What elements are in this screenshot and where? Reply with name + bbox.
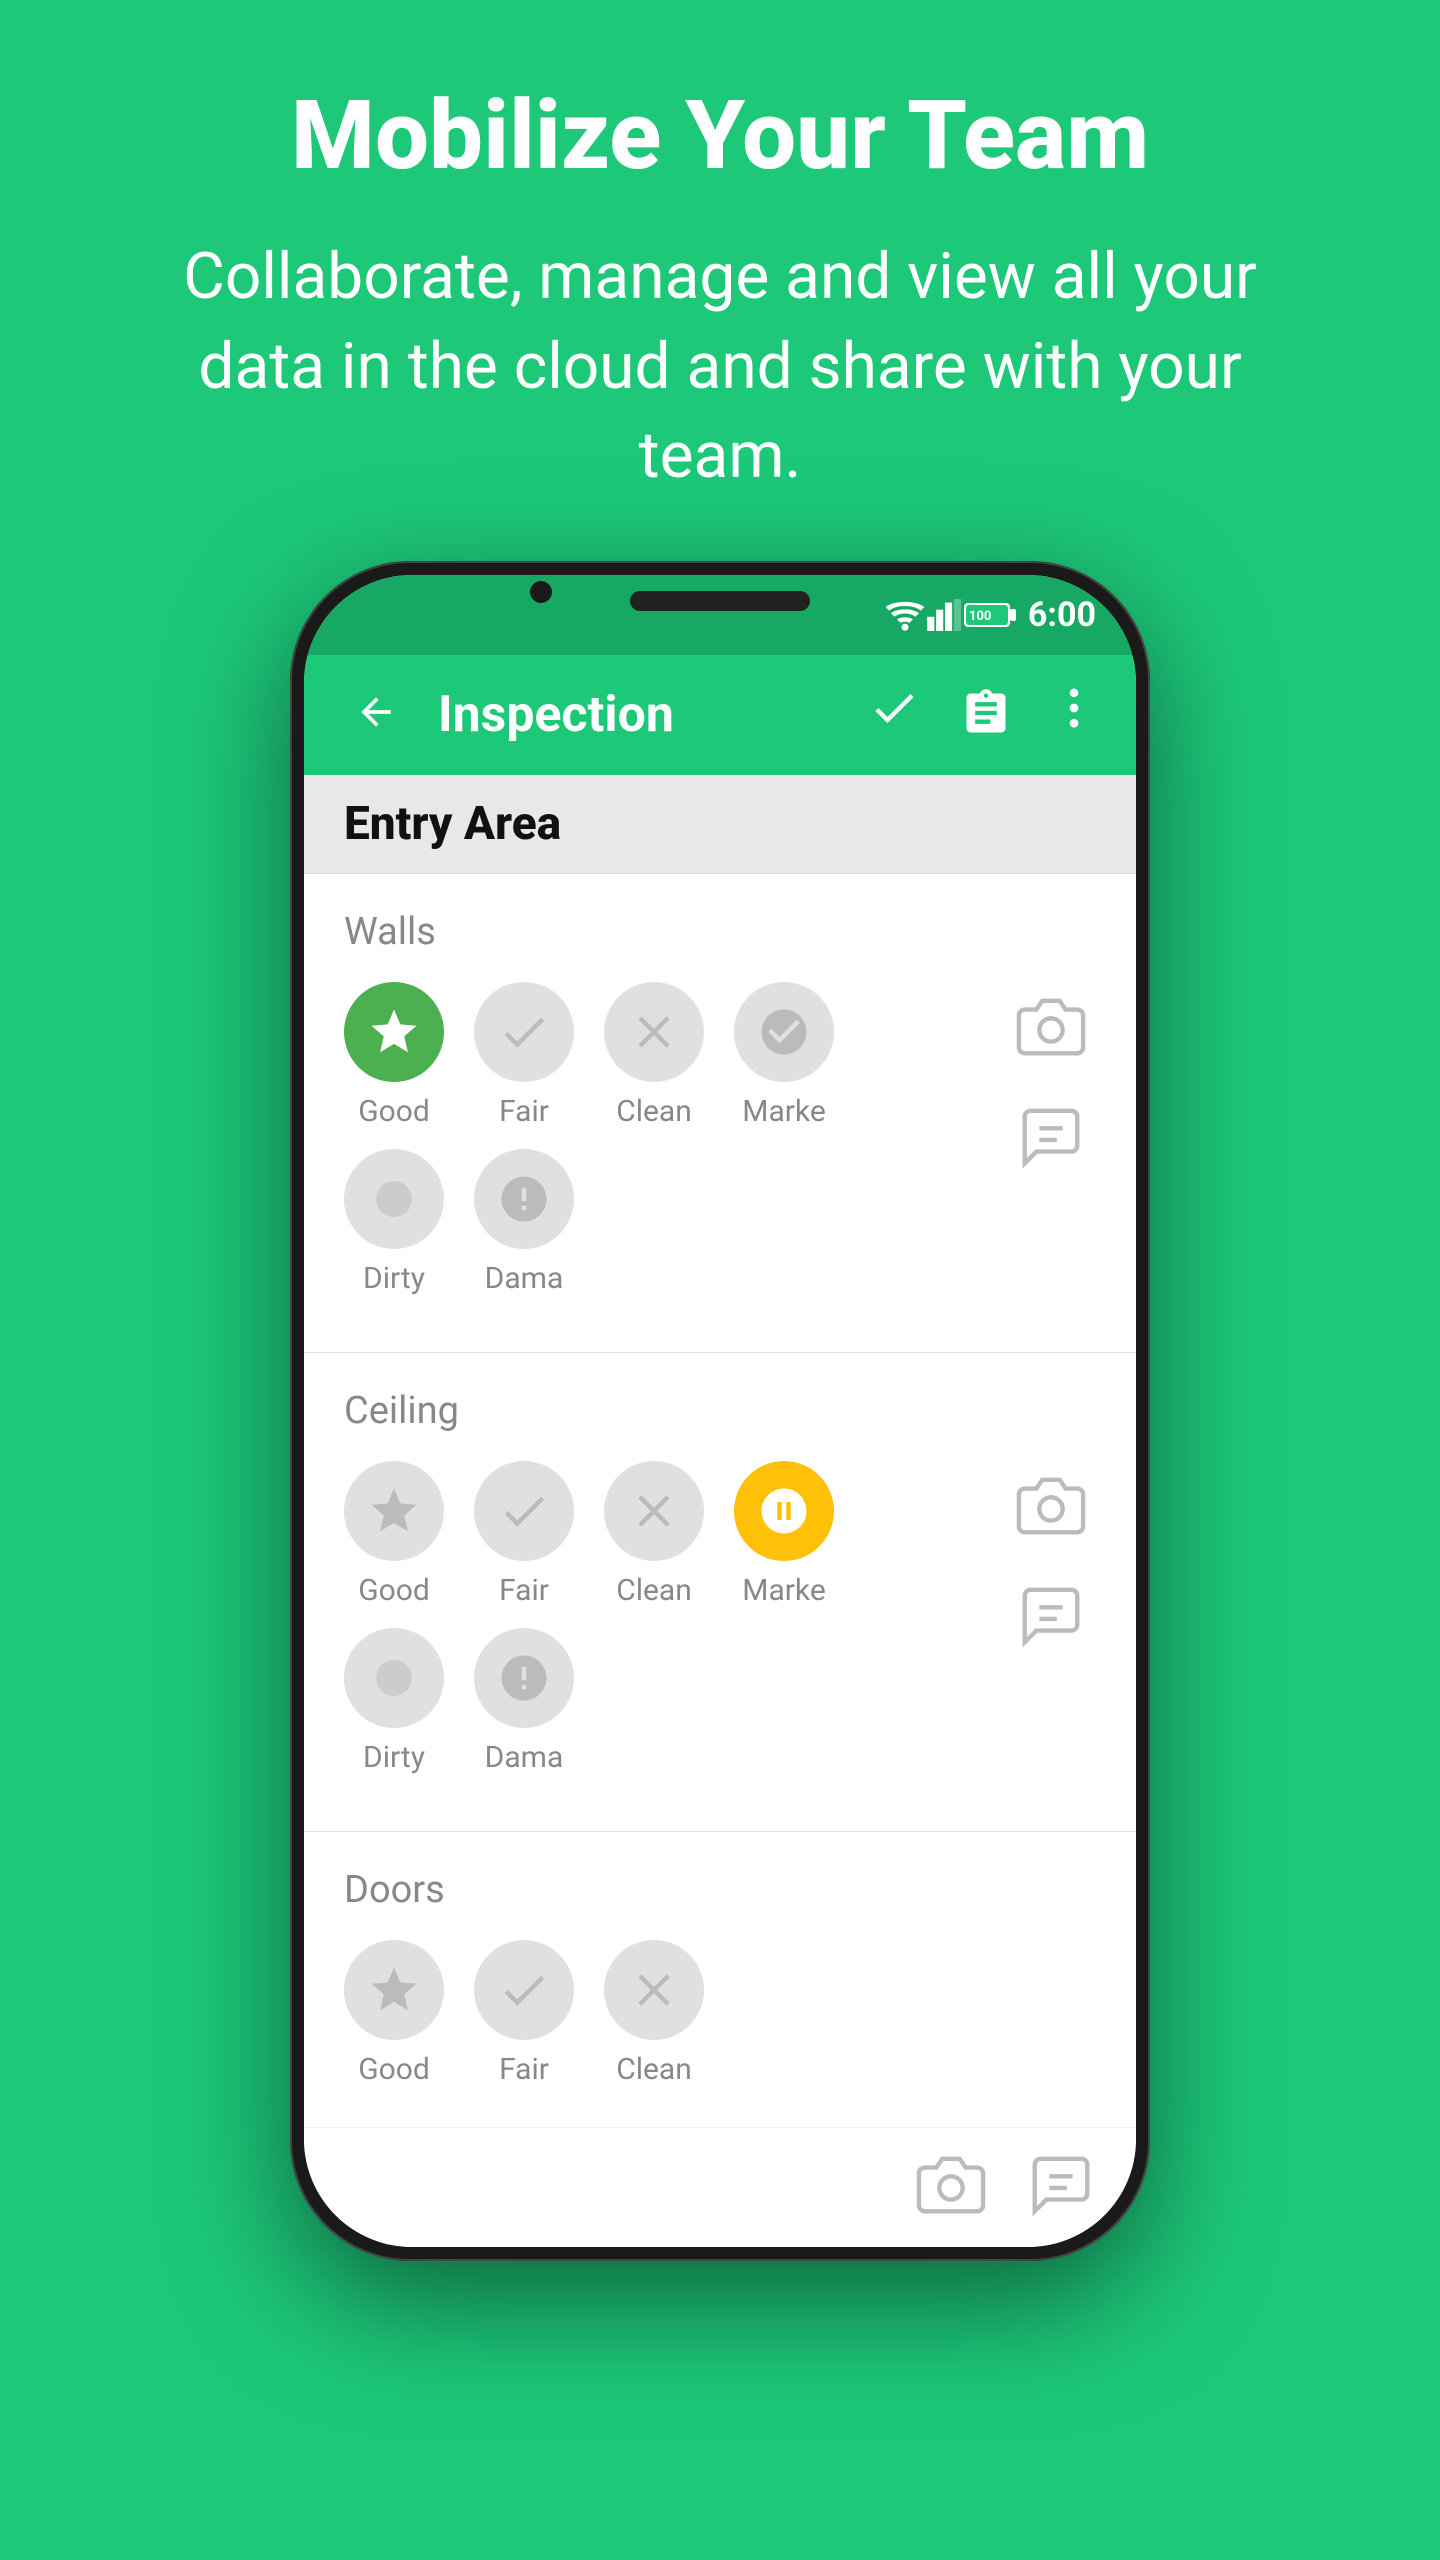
item-row-ceiling: Good Fair [344,1461,1096,1795]
option-walls-clean[interactable]: Clean [604,982,704,1129]
option-doors-clean[interactable]: Clean [604,1940,704,2087]
inspection-item-walls: Walls Good [304,874,1136,1353]
option-label-walls-good: Good [358,1094,430,1129]
options-row-doors-1: Good Fair [344,1940,1096,2087]
option-walls-marked[interactable]: Marke [734,982,834,1129]
option-circle-walls-dirty [344,1149,444,1249]
toolbar-title: Inspection [438,686,868,744]
option-label-doors-clean: Clean [616,2052,692,2087]
inspection-item-doors: Doors Good [304,1832,1136,2127]
back-button[interactable] [344,672,408,758]
item-label-walls: Walls [344,910,1096,954]
status-bar: 100 6:00 [304,575,1136,655]
option-circle-ceiling-good [344,1461,444,1561]
option-circle-walls-good [344,982,444,1082]
options-row-walls-2: Dirty Dama [344,1149,986,1296]
option-walls-fair[interactable]: Fair [474,982,574,1129]
toolbar: Inspection [304,655,1136,775]
bottom-bar [304,2127,1136,2247]
option-circle-ceiling-dirty [344,1628,444,1728]
wifi-icon [884,599,926,631]
page-title: Mobilize Your Team [120,80,1320,192]
status-time: 6:00 [1028,595,1096,635]
battery-icon: 100 [964,601,1016,629]
option-circle-walls-marked [734,982,834,1082]
option-label-ceiling-good: Good [358,1573,430,1608]
item-row-doors: Good Fair [344,1940,1096,2107]
option-label-walls-dirty: Dirty [363,1261,425,1296]
option-label-walls-clean: Clean [616,1094,692,1129]
option-ceiling-fair[interactable]: Fair [474,1461,574,1608]
option-circle-walls-fair [474,982,574,1082]
options-area-doors: Good Fair [344,1940,1096,2107]
section-header: Entry Area [304,775,1136,874]
options-area-ceiling: Good Fair [344,1461,986,1795]
option-circle-ceiling-damaged [474,1628,574,1728]
options-row-ceiling-1: Good Fair [344,1461,986,1608]
option-label-doors-good: Good [358,2052,430,2087]
option-label-ceiling-fair: Fair [499,1573,549,1608]
option-label-ceiling-damaged: Dama [485,1740,564,1775]
option-ceiling-damaged[interactable]: Dama [474,1628,574,1775]
section-title: Entry Area [344,797,1096,851]
inspection-item-ceiling: Ceiling Good [304,1353,1136,1832]
option-walls-dirty[interactable]: Dirty [344,1149,444,1296]
option-ceiling-good[interactable]: Good [344,1461,444,1608]
option-circle-ceiling-marked [734,1461,834,1561]
option-circle-ceiling-clean [604,1461,704,1561]
toolbar-actions [868,682,1096,747]
camera-button-walls[interactable] [1006,982,1096,1072]
svg-text:100: 100 [969,609,991,624]
phone-outer: 100 6:00 Inspection [290,561,1150,2261]
item-row-walls: Good Fair [344,982,1096,1316]
action-icons-walls [1006,982,1096,1182]
option-label-walls-fair: Fair [499,1094,549,1129]
more-button[interactable] [1052,682,1096,747]
item-label-ceiling: Ceiling [344,1389,1096,1433]
note-button-walls[interactable] [1006,1092,1096,1182]
option-label-walls-marked: Marke [742,1094,826,1129]
option-walls-damaged[interactable]: Dama [474,1149,574,1296]
camera-button-ceiling[interactable] [1006,1461,1096,1551]
note-button-bottom[interactable] [1026,2150,1096,2224]
action-icons-ceiling [1006,1461,1096,1661]
option-circle-walls-damaged [474,1149,574,1249]
page-subtitle: Collaborate, manage and view all your da… [120,232,1320,501]
option-circle-ceiling-fair [474,1461,574,1561]
option-label-ceiling-dirty: Dirty [363,1740,425,1775]
phone-mockup: 100 6:00 Inspection [290,561,1150,2560]
option-circle-doors-fair [474,1940,574,2040]
option-label-walls-damaged: Dama [485,1261,564,1296]
item-label-doors: Doors [344,1868,1096,1912]
option-label-ceiling-clean: Clean [616,1573,692,1608]
phone-screen: 100 6:00 Inspection [304,575,1136,2247]
option-ceiling-clean[interactable]: Clean [604,1461,704,1608]
option-doors-good[interactable]: Good [344,1940,444,2087]
camera-button-bottom[interactable] [916,2150,986,2224]
option-doors-fair[interactable]: Fair [474,1940,574,2087]
options-row-walls-1: Good Fair [344,982,986,1129]
phone-speaker [630,591,810,611]
option-circle-doors-clean [604,1940,704,2040]
check-button[interactable] [868,682,920,747]
header-section: Mobilize Your Team Collaborate, manage a… [0,0,1440,561]
option-label-doors-fair: Fair [499,2052,549,2087]
option-circle-walls-clean [604,982,704,1082]
options-area-walls: Good Fair [344,982,986,1316]
option-label-ceiling-marked: Marke [742,1573,826,1608]
option-ceiling-dirty[interactable]: Dirty [344,1628,444,1775]
option-walls-good[interactable]: Good [344,982,444,1129]
clipboard-button[interactable] [960,687,1012,743]
options-row-ceiling-2: Dirty Dama [344,1628,986,1775]
note-button-ceiling[interactable] [1006,1571,1096,1661]
content-area: Entry Area Walls [304,775,1136,2127]
signal-icon [926,599,964,631]
option-ceiling-marked[interactable]: Marke [734,1461,834,1608]
option-circle-doors-good [344,1940,444,2040]
phone-camera [530,581,552,603]
